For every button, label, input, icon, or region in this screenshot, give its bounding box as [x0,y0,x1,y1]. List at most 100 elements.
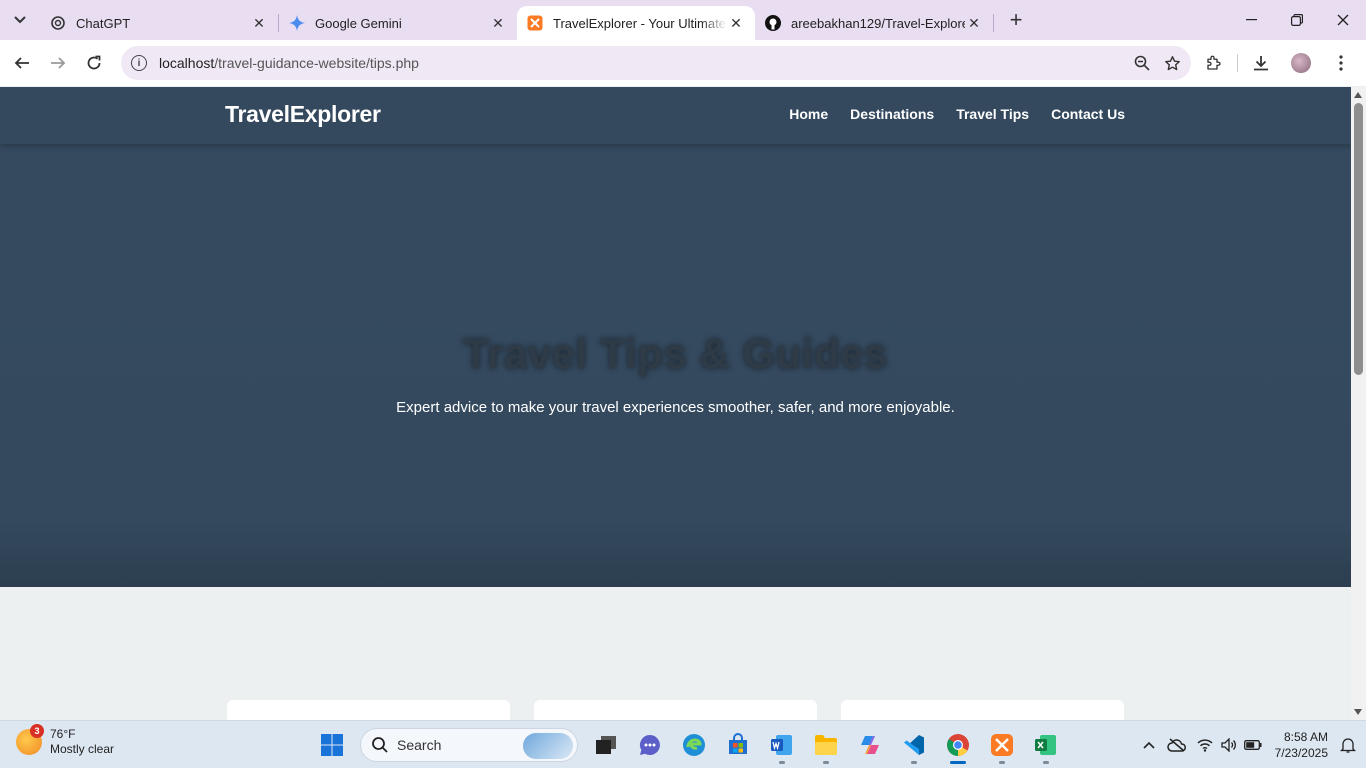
tip-card [534,700,817,720]
nav-contact-link[interactable]: Contact Us [1051,106,1125,122]
taskbar-edge[interactable] [672,725,716,765]
url-path: /travel-guidance-website/tips.php [214,55,419,71]
search-icon [372,737,388,753]
tab-travelexplorer[interactable]: TravelExplorer - Your Ultimate Travel Gu… [517,6,755,40]
tab-title: ChatGPT [76,15,131,31]
address-bar[interactable]: i localhost/travel-guidance-website/tips… [121,46,1191,80]
new-tab-button[interactable]: + [998,2,1034,38]
word-icon [771,735,792,755]
task-view-button[interactable] [584,725,628,765]
restore-button[interactable] [1274,0,1320,40]
volume-control[interactable] [1217,721,1241,768]
page-scrollbar[interactable] [1351,87,1366,720]
battery-icon [1243,740,1262,750]
taskbar-search[interactable]: Search [360,728,578,762]
reload-button[interactable] [76,45,112,81]
close-tab-icon[interactable]: ✕ [965,14,983,32]
tab-chatgpt[interactable]: ChatGPT ✕ [40,6,278,40]
cloud-offline-icon [1166,738,1186,752]
bookmark-star-icon[interactable] [1164,55,1181,72]
running-indicator [823,761,829,764]
tab-title: Google Gemini [315,15,402,31]
reload-icon [87,55,101,70]
running-indicator [999,761,1005,764]
browser-menu-button[interactable] [1324,45,1358,81]
taskbar-chrome[interactable] [936,725,980,765]
tab-search-dropdown[interactable] [0,0,40,40]
active-indicator [950,761,966,764]
close-window-button[interactable] [1320,0,1366,40]
nav-home-link[interactable]: Home [789,106,828,122]
task-view-icon [596,736,616,754]
tab-github[interactable]: areebakhan129/Travel-Explorer ✕ [755,6,993,40]
arrow-left-icon [14,57,29,69]
url-text: localhost/travel-guidance-website/tips.p… [159,55,419,71]
downloads-button[interactable] [1244,45,1278,81]
taskbar-chat-app[interactable] [628,725,672,765]
show-hidden-icons-button[interactable] [1137,721,1161,768]
forward-button[interactable] [40,45,76,81]
site-logo[interactable]: TravelExplorer [225,101,381,128]
scrollbar-thumb[interactable] [1354,103,1363,375]
taskbar-copilot[interactable] [848,725,892,765]
minimize-button[interactable] [1228,0,1274,40]
running-indicator [911,761,917,764]
arrow-right-icon [51,57,66,69]
close-tab-icon[interactable]: ✕ [727,14,745,32]
avatar [1291,53,1311,73]
github-icon [765,15,781,31]
restore-icon [1291,14,1303,26]
weather-widget[interactable]: 3 76°F Mostly clear [16,724,114,757]
hero-subtitle: Expert advice to make your travel experi… [396,399,955,416]
taskbar-excel[interactable] [1024,725,1068,765]
profile-button[interactable] [1284,45,1318,81]
windows-taskbar: 3 76°F Mostly clear Search 8:58 AM 7/23/… [0,720,1366,768]
tip-card [227,700,510,720]
xampp-icon [991,734,1013,756]
taskbar-store[interactable] [716,725,760,765]
taskbar-apps: Search [310,725,1068,765]
browser-toolbar: i localhost/travel-guidance-website/tips… [0,40,1366,86]
weather-temp: 76°F [50,727,76,741]
nav-travel-tips-link[interactable]: Travel Tips [956,106,1029,122]
taskbar-xampp[interactable] [980,725,1024,765]
system-clock[interactable]: 8:58 AM 7/23/2025 [1275,729,1328,761]
scroll-down-arrow-icon[interactable] [1354,709,1362,715]
scroll-up-arrow-icon[interactable] [1354,92,1362,98]
zoom-icon[interactable] [1134,55,1150,71]
clock-date: 7/23/2025 [1274,746,1328,760]
weather-text: 76°F Mostly clear [50,727,114,757]
omnibox-actions [1134,46,1181,80]
site-info-icon[interactable]: i [131,55,147,71]
wifi-status[interactable] [1193,721,1217,768]
search-label: Search [397,737,442,753]
tips-card-grid [227,700,1124,720]
battery-status[interactable] [1241,721,1265,768]
taskbar-word[interactable] [760,725,804,765]
download-icon [1254,56,1268,71]
xampp-icon [527,15,543,31]
taskbar-vscode[interactable] [892,725,936,765]
extensions-button[interactable] [1197,45,1231,81]
onedrive-status[interactable] [1161,721,1193,768]
notification-bell-icon [1340,738,1356,753]
hero-section: Travel Tips & Guides Expert advice to ma… [0,144,1351,587]
windows-logo-icon [321,734,343,756]
site-nav: Home Destinations Travel Tips Contact Us [789,106,1125,122]
excel-icon [1035,735,1056,755]
back-button[interactable] [4,45,40,81]
weather-badge: 3 [30,724,44,738]
start-button[interactable] [310,725,354,765]
notifications-button[interactable] [1336,721,1360,768]
taskbar-file-explorer[interactable] [804,725,848,765]
tab-gemini[interactable]: Google Gemini ✕ [279,6,517,40]
close-tab-icon[interactable]: ✕ [489,14,507,32]
close-tab-icon[interactable]: ✕ [250,14,268,32]
running-indicator [1043,761,1049,764]
nav-destinations-link[interactable]: Destinations [850,106,934,122]
chatgpt-icon [50,15,66,31]
site-header: TravelExplorer Home Destinations Travel … [0,87,1351,144]
browser-tab-strip: ChatGPT ✕ Google Gemini ✕ TravelExplorer… [0,0,1366,40]
clock-time: 8:58 AM [1283,730,1328,744]
vscode-icon [904,735,924,755]
